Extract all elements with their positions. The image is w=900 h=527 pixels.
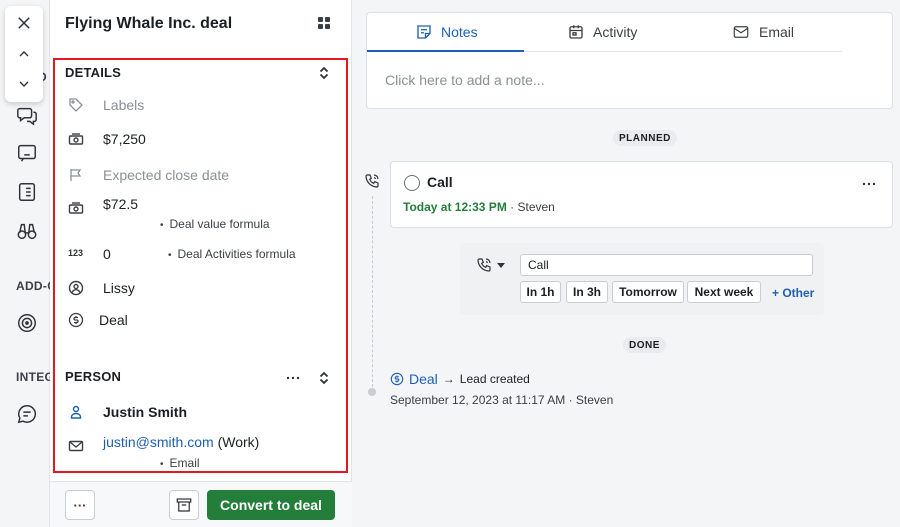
tab-email[interactable]: Email: [731, 13, 794, 51]
planned-badge: PLANNED: [613, 130, 677, 146]
archive-icon: [176, 498, 192, 512]
phone-icon: [364, 173, 380, 189]
archive-button[interactable]: [169, 490, 199, 520]
deal-title: Flying Whale Inc. deal: [65, 15, 233, 32]
person-heading: PERSON: [65, 369, 122, 384]
labels-placeholder: Labels: [103, 97, 145, 113]
note-input[interactable]: Click here to add a note...: [385, 72, 545, 88]
list-icon[interactable]: [16, 181, 40, 205]
activities-count: 0: [103, 246, 111, 262]
tab-notes-label: Notes: [441, 24, 478, 40]
formula-value: $72.5: [103, 196, 139, 212]
active-tab-indicator: [367, 50, 524, 52]
schedule-other-link[interactable]: + Other: [772, 286, 814, 300]
expand-collapse-icon[interactable]: [316, 65, 332, 81]
bot-chat-icon[interactable]: [16, 142, 40, 166]
arrow-icon: →: [442, 372, 455, 386]
flag-icon: [68, 167, 84, 183]
activity-title[interactable]: Call: [427, 174, 453, 190]
activity-subject-input[interactable]: [520, 254, 813, 276]
tag-icon: [68, 97, 84, 113]
tab-notes[interactable]: Notes: [415, 13, 478, 51]
user-circle-icon: [68, 280, 84, 296]
dollar-circle-icon: [68, 312, 84, 328]
email-link[interactable]: justin@smith.com: [103, 434, 214, 450]
dollar-circle-icon: [390, 372, 404, 386]
envelope-icon: [68, 438, 84, 454]
record-nav-popover: [5, 6, 43, 102]
tab-activity[interactable]: Activity: [567, 13, 637, 51]
composer-card: Notes Activity Email Click here to add a…: [366, 12, 893, 109]
details-heading: DETAILS: [65, 65, 122, 80]
email-caption: Email: [160, 456, 200, 470]
email-type: (Work): [217, 434, 260, 450]
chat-bubbles-icon[interactable]: [16, 104, 40, 128]
detail-panel: Flying Whale Inc. deal DETAILS Labels $7…: [50, 0, 352, 527]
done-entity-link[interactable]: Deal: [409, 371, 438, 387]
caret-down-icon: [497, 263, 505, 268]
highlight-box: [53, 58, 348, 473]
activities-caption: Deal Activities formula: [168, 247, 296, 261]
schedule-followup: In 1h In 3h Tomorrow Next week + Other: [460, 243, 824, 315]
money-icon: [68, 200, 84, 216]
tab-email-label: Email: [759, 24, 795, 40]
rail-section-integrations: INTEG: [16, 370, 55, 384]
formula-caption: Deal value formula: [160, 217, 270, 231]
money-icon: [68, 131, 84, 147]
done-badge: DONE: [623, 337, 666, 353]
complete-activity-checkbox[interactable]: [404, 175, 420, 191]
activity-assignee: Steven: [517, 200, 555, 214]
activity-type-dropdown[interactable]: [476, 257, 506, 273]
close-date-placeholder: Expected close date: [103, 167, 230, 183]
convert-to-deal-button[interactable]: Convert to deal: [207, 490, 335, 520]
person-icon: [68, 404, 84, 420]
email-row: justin@smith.com (Work): [103, 434, 259, 450]
panel-footer: ··· Convert to deal: [50, 481, 352, 527]
radar-icon[interactable]: [16, 312, 40, 336]
phone-icon: [477, 258, 491, 272]
activity-meta: Today at 12:33 PM · Steven: [403, 200, 555, 214]
schedule-chip-tomorrow[interactable]: Tomorrow: [612, 281, 684, 303]
grid-icon[interactable]: [316, 15, 332, 31]
person-name: Justin Smith: [103, 404, 188, 420]
done-meta: September 12, 2023 at 11:17 AM · Steven: [390, 393, 614, 407]
tab-activity-label: Activity: [593, 24, 638, 40]
deal-value: $7,250: [103, 131, 146, 147]
owner-name: Lissy: [103, 280, 135, 296]
close-icon[interactable]: [12, 11, 36, 35]
activity-card: Call Today at 12:33 PM · Steven: [390, 161, 893, 228]
done-user: Steven: [575, 393, 614, 407]
calendar-icon: [569, 25, 583, 39]
more-icon[interactable]: [861, 176, 879, 192]
timeline-line: [372, 196, 373, 392]
timeline-dot: [368, 388, 376, 396]
more-actions-button[interactable]: ···: [65, 490, 95, 520]
mail-icon: [733, 26, 749, 38]
done-date: September 12, 2023 at 11:17 AM: [390, 393, 566, 407]
expand-collapse-icon[interactable]: [316, 370, 332, 386]
more-icon[interactable]: [285, 370, 303, 386]
done-event: Deal → Lead created: [390, 371, 530, 387]
binoculars-icon[interactable]: [16, 220, 40, 244]
schedule-chip-next-week[interactable]: Next week: [687, 281, 761, 303]
activity-due: Today at 12:33 PM: [403, 200, 507, 214]
chevron-up-icon[interactable]: [12, 42, 36, 66]
schedule-chip-3h[interactable]: In 3h: [566, 281, 608, 303]
message-icon[interactable]: [16, 403, 40, 427]
note-icon: [417, 25, 431, 39]
chevron-down-icon[interactable]: [12, 72, 36, 96]
schedule-chip-1h[interactable]: In 1h: [520, 281, 561, 303]
done-event-text: Lead created: [459, 372, 530, 386]
number-icon: 123: [68, 248, 84, 258]
deal-type: Deal: [99, 312, 128, 328]
